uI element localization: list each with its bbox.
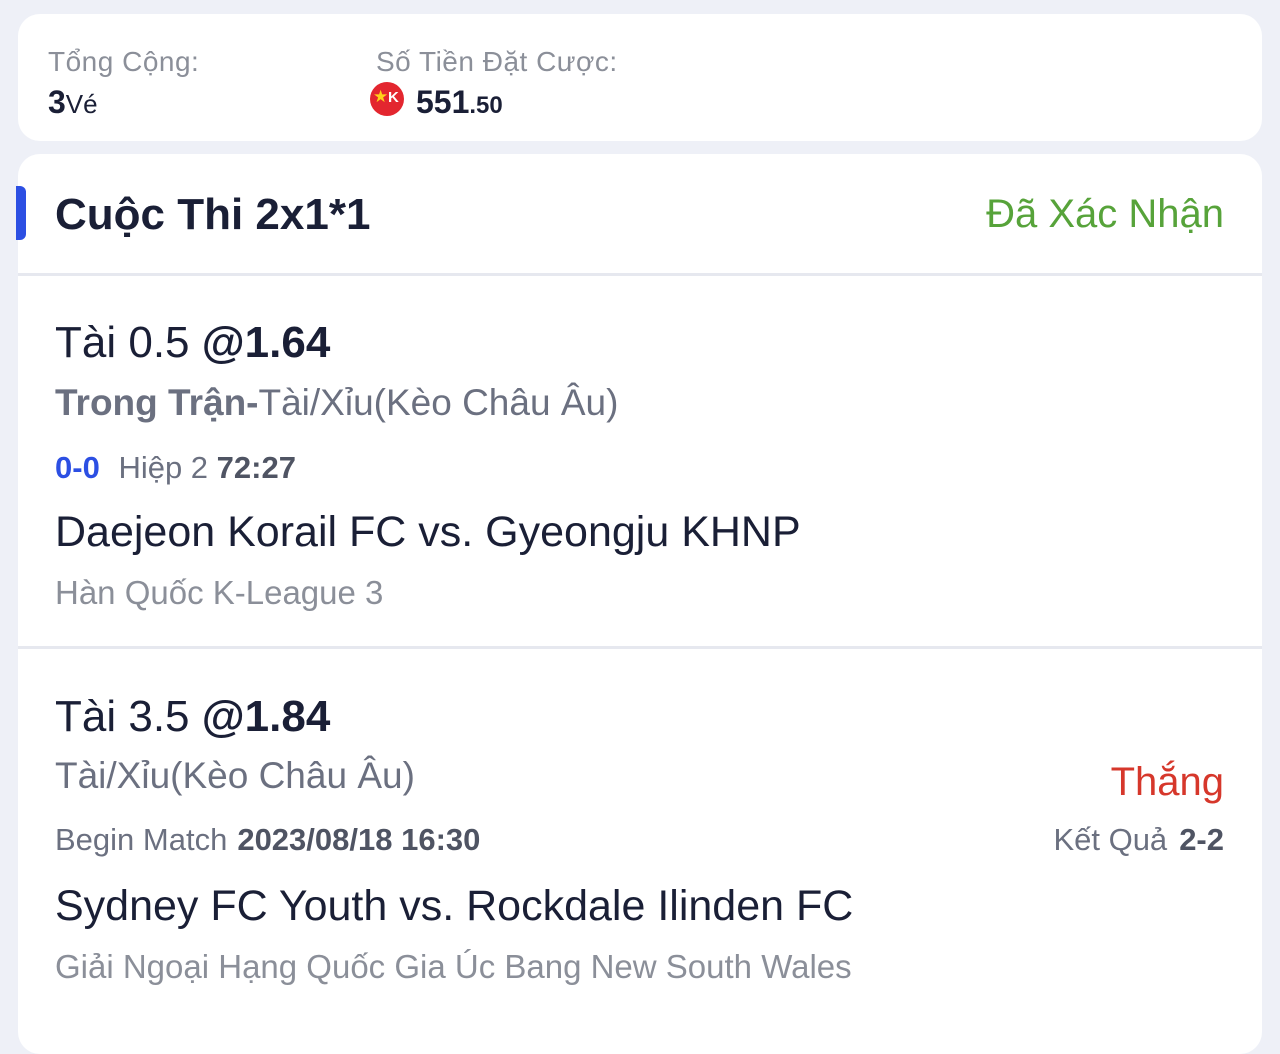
final-score-label: Kết Quả <box>1053 822 1168 857</box>
stake-label: Số Tiền Đặt Cược: <box>376 46 618 77</box>
total-tickets: 3Vé <box>48 84 98 121</box>
bet-type-title: Cuộc Thi 2x1*1 <box>55 190 371 239</box>
divider <box>18 646 1262 649</box>
stake-amount: 551.50 <box>416 84 503 121</box>
final-score-value: 2-2 <box>1179 822 1224 857</box>
stake-int: 551 <box>416 84 470 120</box>
pick-odds: @1.84 <box>201 692 331 741</box>
selection-market: Trong Trận-Tài/Xỉu(Kèo Châu Âu) <box>55 382 618 424</box>
pick-label: Tài 3.5 <box>55 692 190 741</box>
vn-k-coin-icon: ★ K <box>370 82 404 116</box>
section-accent-bar <box>16 186 26 240</box>
selection-pick: Tài 0.5 @1.64 <box>55 318 330 368</box>
live-period: Hiệp 2 <box>118 450 209 485</box>
match-teams: Daejeon Korail FC vs. Gyeongju KHNP <box>55 508 801 556</box>
match-league: Hàn Quốc K-League 3 <box>55 574 384 611</box>
match-league: Giải Ngoại Hạng Quốc Gia Úc Bang New Sou… <box>55 948 852 985</box>
pick-odds: @1.64 <box>201 318 331 367</box>
bet-status-badge: Đã Xác Nhận <box>986 192 1224 236</box>
begin-label: Begin Match <box>55 822 228 857</box>
stake-dec: .50 <box>469 92 503 119</box>
bet-summary-card: Tổng Cộng: Số Tiền Đặt Cược: 3Vé ★ K 551.… <box>18 14 1262 141</box>
final-score: Kết Quả 2-2 <box>1053 822 1224 858</box>
pick-label: Tài 0.5 <box>55 318 190 367</box>
total-count: 3 <box>48 84 66 120</box>
market-phase: Trong Trận- <box>55 382 259 423</box>
total-unit: Vé <box>65 89 98 119</box>
total-label: Tổng Cộng: <box>48 46 200 77</box>
selection-market: Tài/Xỉu(Kèo Châu Âu) <box>55 755 415 796</box>
selection-result: Thắng <box>1110 760 1224 804</box>
live-state: 0-0 Hiệp 2 72:27 <box>55 450 296 486</box>
live-score: 0-0 <box>55 450 100 485</box>
match-teams: Sydney FC Youth vs. Rockdale Ilinden FC <box>55 882 854 930</box>
bet-detail-card[interactable]: Cuộc Thi 2x1*1 Đã Xác Nhận Tài 0.5 @1.64… <box>16 154 1262 1054</box>
market-name: Tài/Xỉu(Kèo Châu Âu) <box>258 382 619 423</box>
divider <box>18 273 1262 276</box>
begin-datetime: 2023/08/18 16:30 <box>237 822 481 857</box>
match-start: Begin Match 2023/08/18 16:30 <box>55 822 480 858</box>
live-clock: 72:27 <box>216 450 296 485</box>
selection-pick: Tài 3.5 @1.84 <box>55 692 330 742</box>
